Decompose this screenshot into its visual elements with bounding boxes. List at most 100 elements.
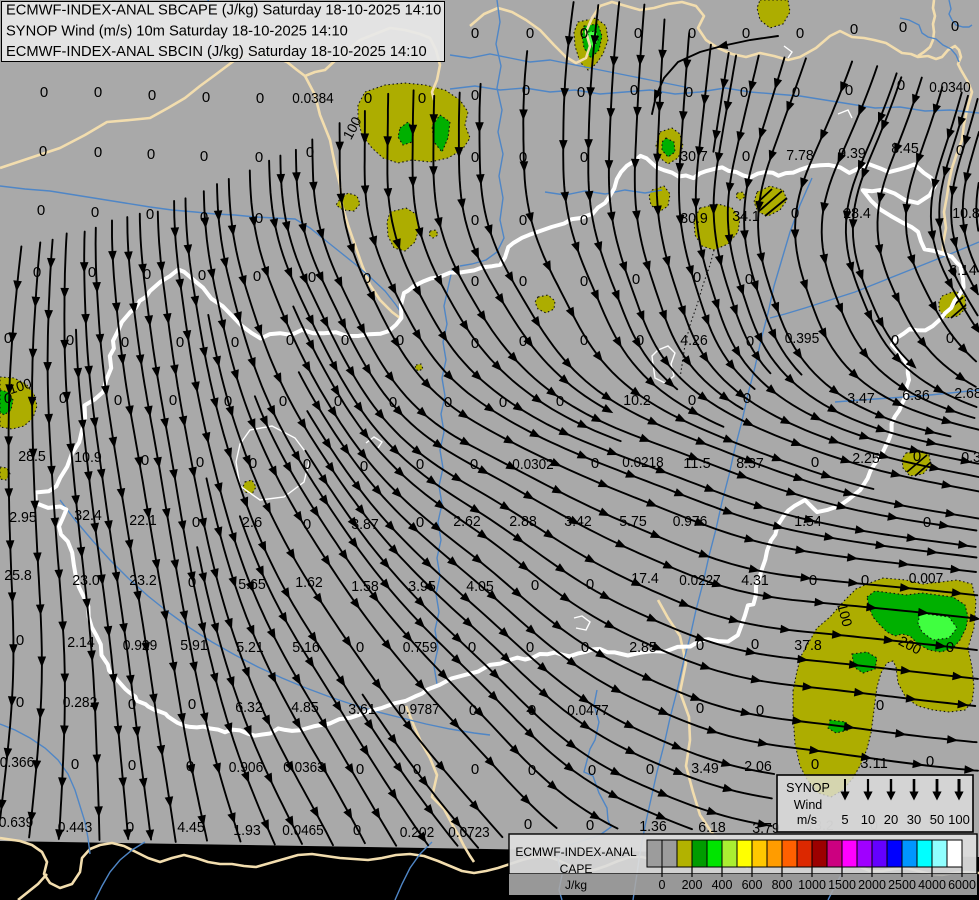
svg-text:3.47: 3.47 [847, 390, 875, 407]
svg-text:3.42: 3.42 [564, 513, 592, 530]
svg-text:50: 50 [930, 812, 944, 827]
svg-text:0: 0 [581, 639, 589, 656]
svg-text:0: 0 [742, 148, 750, 165]
svg-text:0: 0 [360, 458, 368, 475]
svg-text:0: 0 [526, 639, 534, 656]
svg-text:0.759: 0.759 [403, 639, 438, 656]
svg-text:0: 0 [556, 393, 564, 410]
svg-text:0.0302: 0.0302 [512, 456, 553, 473]
svg-text:0: 0 [588, 762, 596, 779]
svg-text:5: 5 [841, 812, 848, 827]
svg-text:1500: 1500 [828, 878, 856, 892]
svg-text:0: 0 [396, 332, 404, 349]
svg-text:0: 0 [143, 266, 151, 283]
svg-text:0: 0 [471, 335, 479, 352]
svg-text:0: 0 [71, 756, 79, 773]
svg-text:3.11: 3.11 [860, 755, 888, 772]
svg-text:0: 0 [751, 636, 759, 653]
svg-text:0: 0 [256, 90, 264, 107]
svg-text:0: 0 [356, 761, 364, 778]
svg-text:0: 0 [128, 757, 136, 774]
svg-text:4.45: 4.45 [177, 819, 205, 836]
svg-text:0: 0 [363, 270, 371, 287]
svg-text:0: 0 [91, 204, 99, 221]
svg-text:0: 0 [16, 694, 24, 711]
svg-text:0: 0 [200, 148, 208, 165]
svg-text:ECMWF-INDEX-ANAL SBCIN (J/kg): ECMWF-INDEX-ANAL SBCIN (J/kg) Saturday 1… [6, 44, 427, 60]
svg-text:0.929: 0.929 [123, 637, 158, 654]
svg-text:37.8: 37.8 [794, 637, 822, 654]
svg-text:5.21: 5.21 [236, 639, 264, 656]
svg-text:10.8: 10.8 [952, 205, 979, 222]
svg-text:0: 0 [519, 273, 527, 290]
svg-text:0.906: 0.906 [229, 759, 264, 776]
svg-text:600: 600 [742, 878, 763, 892]
svg-text:30.7: 30.7 [680, 148, 708, 165]
svg-text:0: 0 [524, 816, 532, 833]
svg-text:0: 0 [141, 452, 149, 469]
svg-text:5.16: 5.16 [292, 639, 320, 656]
svg-text:0: 0 [188, 696, 196, 713]
svg-text:0.33: 0.33 [961, 449, 979, 466]
svg-text:3.61: 3.61 [348, 701, 376, 718]
svg-text:0: 0 [249, 455, 257, 472]
svg-text:0.007: 0.007 [909, 570, 944, 587]
svg-text:0: 0 [470, 456, 478, 473]
svg-text:0: 0 [522, 82, 530, 99]
svg-text:m/s: m/s [797, 813, 817, 827]
svg-text:0.366: 0.366 [0, 754, 34, 771]
svg-text:0: 0 [471, 761, 479, 778]
svg-text:2.06: 2.06 [744, 758, 772, 775]
svg-text:10: 10 [861, 812, 875, 827]
svg-text:0: 0 [756, 702, 764, 719]
svg-text:0: 0 [471, 87, 479, 104]
svg-text:4000: 4000 [918, 878, 946, 892]
svg-text:0: 0 [688, 25, 696, 42]
svg-text:SYNOP Wind (m/s) 10m Saturday: SYNOP Wind (m/s) 10m Saturday 18-10-2025… [6, 24, 348, 40]
svg-text:0: 0 [444, 394, 452, 411]
svg-text:0: 0 [746, 333, 754, 350]
svg-text:1.36: 1.36 [639, 818, 667, 835]
svg-text:0: 0 [956, 142, 964, 159]
svg-text:0: 0 [897, 77, 905, 94]
svg-text:23.0: 23.0 [72, 572, 100, 589]
svg-text:0: 0 [147, 146, 155, 163]
svg-text:0: 0 [176, 334, 184, 351]
svg-text:2.68: 2.68 [954, 385, 979, 402]
svg-text:0: 0 [471, 273, 479, 290]
svg-text:0: 0 [94, 144, 102, 161]
svg-text:4.31: 4.31 [741, 572, 769, 589]
svg-text:4.26: 4.26 [680, 332, 708, 349]
svg-text:0: 0 [685, 84, 693, 101]
svg-text:CAPE: CAPE [560, 862, 593, 876]
svg-text:1000: 1000 [798, 878, 826, 892]
svg-text:0: 0 [791, 205, 799, 222]
svg-text:0: 0 [255, 210, 263, 227]
svg-text:1.58: 1.58 [351, 578, 379, 595]
svg-text:2.6: 2.6 [242, 514, 263, 531]
svg-text:0: 0 [413, 761, 421, 778]
svg-text:0: 0 [630, 82, 638, 99]
svg-text:0: 0 [876, 697, 884, 714]
svg-text:2.25: 2.25 [852, 450, 880, 467]
svg-text:30.9: 30.9 [680, 210, 708, 227]
svg-text:ECMWF-INDEX-ANAL: ECMWF-INDEX-ANAL [515, 845, 637, 859]
svg-text:22.1: 22.1 [129, 512, 157, 529]
svg-text:0: 0 [200, 209, 208, 226]
svg-text:0.395: 0.395 [785, 330, 820, 347]
svg-text:0.202: 0.202 [400, 824, 435, 841]
svg-text:0: 0 [580, 273, 588, 290]
svg-text:0: 0 [198, 267, 206, 284]
svg-text:0: 0 [809, 572, 817, 589]
svg-text:0: 0 [519, 333, 527, 350]
svg-text:0: 0 [39, 143, 47, 160]
svg-text:0: 0 [946, 330, 954, 347]
svg-text:0: 0 [306, 144, 314, 161]
svg-text:0: 0 [850, 21, 858, 38]
svg-text:0: 0 [528, 702, 536, 719]
svg-text:0: 0 [742, 25, 750, 42]
svg-text:0.282: 0.282 [63, 694, 98, 711]
svg-text:5.91: 5.91 [180, 637, 208, 654]
svg-text:0: 0 [418, 90, 426, 107]
svg-text:J/kg: J/kg [565, 878, 587, 892]
